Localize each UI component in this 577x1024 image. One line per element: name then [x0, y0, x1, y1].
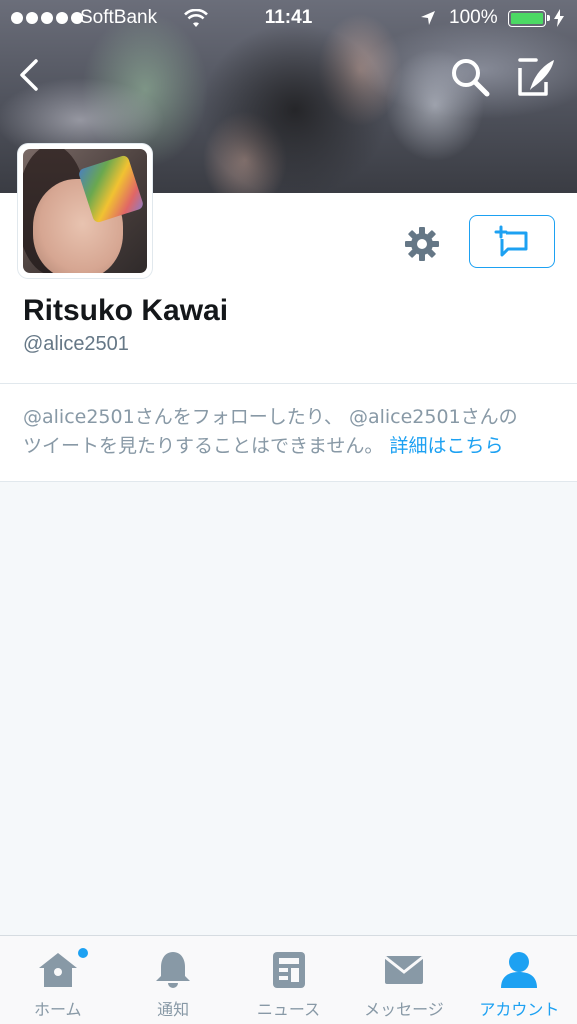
- tab-bar: ホーム 通知 ニュース メッセージ アカウント: [0, 935, 577, 1024]
- tab-notifications-label: 通知: [157, 1000, 190, 1019]
- tab-account[interactable]: アカウント: [462, 936, 577, 1024]
- status-bar: SoftBank 11:41 100%: [0, 0, 577, 38]
- add-message-icon: [494, 225, 528, 256]
- direct-message-button[interactable]: [469, 215, 555, 268]
- location-arrow-icon: [421, 11, 435, 25]
- compose-tweet-button[interactable]: [516, 56, 558, 98]
- charging-bolt-icon: [554, 9, 564, 27]
- battery-percent: 100%: [449, 7, 498, 28]
- tab-notifications[interactable]: 通知: [115, 936, 230, 1024]
- bell-icon: [156, 952, 191, 988]
- envelope-icon: [383, 955, 424, 984]
- display-name: Ritsuko Kawai: [23, 294, 229, 327]
- tab-news-label: ニュース: [256, 1000, 321, 1019]
- user-handle: @alice2501: [23, 333, 129, 355]
- chevron-left-icon: [20, 59, 38, 91]
- protected-notice-text: @alice2501さんをフォローしたり、 @alice2501さんの ツイート…: [23, 403, 558, 461]
- learn-more-link[interactable]: 詳細はこちら: [389, 435, 503, 457]
- protected-notice-line2: ツイートを見たりすることはできません。: [23, 435, 384, 457]
- search-icon: [452, 59, 490, 97]
- avatar-image: [23, 149, 147, 273]
- avatar[interactable]: [18, 144, 152, 278]
- tab-home[interactable]: ホーム: [0, 936, 115, 1024]
- tab-account-label: アカウント: [479, 1000, 560, 1019]
- back-button[interactable]: [14, 58, 48, 92]
- tab-news[interactable]: ニュース: [231, 936, 346, 1024]
- tab-messages-label: メッセージ: [364, 1000, 444, 1019]
- profile-settings-button[interactable]: [402, 224, 442, 264]
- notification-dot: [78, 948, 88, 958]
- gear-icon: [405, 227, 439, 261]
- home-icon: [38, 953, 77, 987]
- tab-home-label: ホーム: [33, 1000, 82, 1019]
- news-icon: [272, 952, 305, 988]
- battery-icon: [508, 10, 550, 27]
- protected-notice-line1: @alice2501さんをフォローしたり、 @alice2501さんの: [23, 406, 518, 428]
- person-icon: [501, 952, 538, 988]
- tab-messages[interactable]: メッセージ: [346, 936, 461, 1024]
- search-button[interactable]: [449, 56, 491, 98]
- compose-icon: [518, 58, 554, 96]
